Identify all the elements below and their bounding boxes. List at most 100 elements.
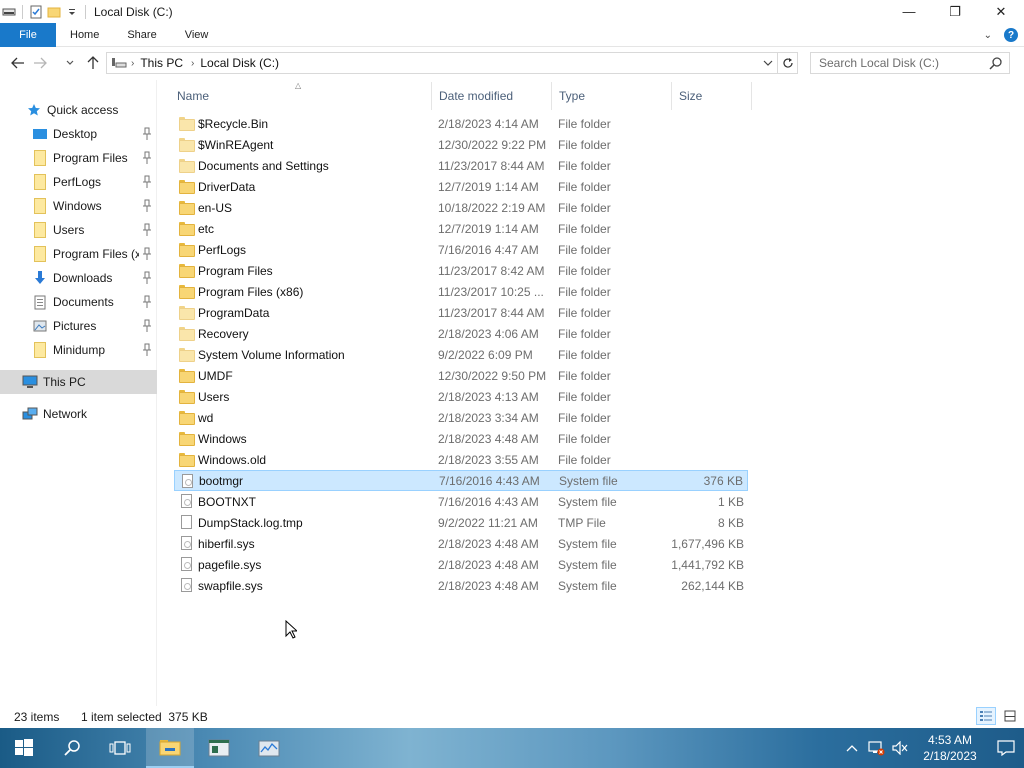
file-row-driverdata[interactable]: DriverData 12/7/2019 1:14 AM File folder [174,176,748,197]
start-button[interactable] [0,728,48,768]
pin-icon[interactable] [142,271,152,285]
nav-item-this-pc[interactable]: This PC [0,370,157,394]
column-header-date-modified[interactable]: Date modified [432,82,552,110]
address-bar[interactable]: › This PC › Local Disk (C:) [106,52,778,74]
nav-item-pictures[interactable]: Pictures [0,314,157,338]
search-box[interactable] [810,52,1010,74]
file-row-perflogs[interactable]: PerfLogs 7/16/2016 4:47 AM File folder [174,239,748,260]
file-row-users[interactable]: Users 2/18/2023 4:13 AM File folder [174,386,748,407]
file-row-swapfile-sys[interactable]: swapfile.sys 2/18/2023 4:48 AM System file… [174,575,748,596]
file-row-program-files[interactable]: Program Files 11/23/2017 8:42 AM File fold… [174,260,748,281]
search-icon[interactable] [989,56,1003,70]
file-row-pagefile-sys[interactable]: pagefile.sys 2/18/2023 4:48 AM System file… [174,554,748,575]
new-folder-icon[interactable] [47,5,61,19]
breadcrumb-separator-icon[interactable]: › [191,58,194,69]
tab-view[interactable]: View [171,23,223,47]
file-row-windows[interactable]: Windows 2/18/2023 4:48 AM File folder [174,428,748,449]
action-center-button[interactable] [988,728,1024,768]
file-type: System file [559,473,618,488]
back-button[interactable] [7,52,29,74]
column-size-label: Size [679,89,703,103]
pin-icon[interactable] [142,295,152,309]
nav-item-users[interactable]: Users [0,218,157,242]
forward-button[interactable] [29,52,51,74]
file-row-documents-and-settings[interactable]: Documents and Settings 11/23/2017 8:44 AM… [174,155,748,176]
address-dropdown-icon[interactable] [759,53,777,73]
tab-file[interactable]: File [0,22,56,47]
taskbar-app-3[interactable] [245,728,293,768]
file-row-etc[interactable]: etc 12/7/2019 1:14 AM File folder [174,218,748,239]
expand-ribbon-chevron-icon[interactable]: ⌄ [984,30,992,41]
customize-toolbar-dropdown-icon[interactable] [65,5,79,19]
file-row-en-us[interactable]: en-US 10/18/2022 2:19 AM File folder [174,197,748,218]
pin-icon[interactable] [142,127,152,141]
close-button[interactable]: ✕ [978,0,1024,23]
pin-icon[interactable] [142,175,152,189]
nav-item-network[interactable]: Network [0,402,157,426]
file-type: File folder [558,431,611,446]
show-hidden-icons-chevron-icon[interactable] [840,728,864,768]
taskbar-search-button[interactable] [48,728,96,768]
minimize-button[interactable]: — [886,0,932,23]
taskbar-file-explorer[interactable] [146,728,194,768]
nav-item-desktop[interactable]: Desktop [0,122,157,146]
pin-icon[interactable] [142,199,152,213]
column-header-type[interactable]: Type [552,82,672,110]
file-row-recovery[interactable]: Recovery 2/18/2023 4:06 AM File folder [174,323,748,344]
file-row-dumpstack-log-tmp[interactable]: DumpStack.log.tmp 9/2/2022 11:21 AM TMP Fi… [174,512,748,533]
file-row-umdf[interactable]: UMDF 12/30/2022 9:50 PM File folder [174,365,748,386]
file-size: 376 KB [703,473,743,488]
file-row-windows-old[interactable]: Windows.old 2/18/2023 3:55 AM File folder [174,449,748,470]
maximize-button[interactable]: ❐ [932,0,978,23]
nav-item-quick-access[interactable]: Quick access [0,98,157,122]
file-row-recycle-bin[interactable]: $Recycle.Bin 2/18/2023 4:14 AM File folder [174,113,748,134]
volume-muted-icon[interactable] [888,728,912,768]
large-icons-view-button[interactable] [1000,707,1020,725]
search-input[interactable] [819,56,989,70]
file-name: PerfLogs [198,242,247,257]
column-header-name[interactable]: Name △ [170,81,432,110]
file-row-hiberfil-sys[interactable]: hiberfil.sys 2/18/2023 4:48 AM System file… [174,533,748,554]
file-row-winreagent[interactable]: $WinREAgent 12/30/2022 9:22 PM File folder [174,134,748,155]
file-date-modified: 10/18/2022 2:19 AM [438,200,546,215]
details-view-button[interactable] [976,707,996,725]
file-type: File folder [558,410,611,425]
file-date-modified: 12/7/2019 1:14 AM [438,221,539,236]
taskbar-app-2[interactable] [195,728,243,768]
file-row-system-volume-information[interactable]: System Volume Information 9/2/2022 6:09 P… [174,344,748,365]
nav-item-program-files-x86[interactable]: Program Files (x86) [0,242,157,266]
help-icon[interactable]: ? [1004,28,1018,42]
pin-icon[interactable] [142,247,152,261]
pin-icon[interactable] [142,319,152,333]
pin-icon[interactable] [142,151,152,165]
taskbar-clock[interactable]: 4:53 AM 2/18/2023 [912,732,988,764]
pin-icon[interactable] [142,223,152,237]
file-row-bootnxt[interactable]: BOOTNXT 7/16/2016 4:43 AM System file 1 KB [174,491,748,512]
nav-item-perflogs[interactable]: PerfLogs [0,170,157,194]
tab-home[interactable]: Home [56,23,113,47]
breadcrumb-this-pc[interactable]: This PC [140,56,183,70]
file-row-program-files-x86[interactable]: Program Files (x86) 11/23/2017 10:25 ... F… [174,281,748,302]
breadcrumb-separator-icon[interactable]: › [131,58,134,69]
nav-item-windows[interactable]: Windows [0,194,157,218]
refresh-button[interactable] [778,52,798,74]
column-header-size[interactable]: Size [672,82,752,110]
network-disconnected-icon[interactable] [864,728,888,768]
tab-share[interactable]: Share [113,23,170,47]
task-view-button[interactable] [96,728,144,768]
file-row-wd[interactable]: wd 2/18/2023 3:34 AM File folder [174,407,748,428]
up-button[interactable] [82,52,104,74]
breadcrumb-local-disk[interactable]: Local Disk (C:) [200,56,279,70]
nav-item-minidump[interactable]: Minidump [0,338,157,362]
properties-icon[interactable] [29,5,43,19]
nav-item-label: Pictures [53,319,97,333]
nav-item-program-files[interactable]: Program Files [0,146,157,170]
window-drive-icon[interactable] [2,5,16,19]
system-file-icon [179,578,193,592]
file-row-bootmgr[interactable]: bootmgr 7/16/2016 4:43 AM System file 376 K… [174,470,748,491]
file-row-programdata[interactable]: ProgramData 11/23/2017 8:44 AM File folder [174,302,748,323]
nav-item-downloads[interactable]: Downloads [0,266,157,290]
nav-item-documents[interactable]: Documents [0,290,157,314]
recent-locations-button[interactable] [62,52,78,74]
pin-icon[interactable] [142,343,152,357]
